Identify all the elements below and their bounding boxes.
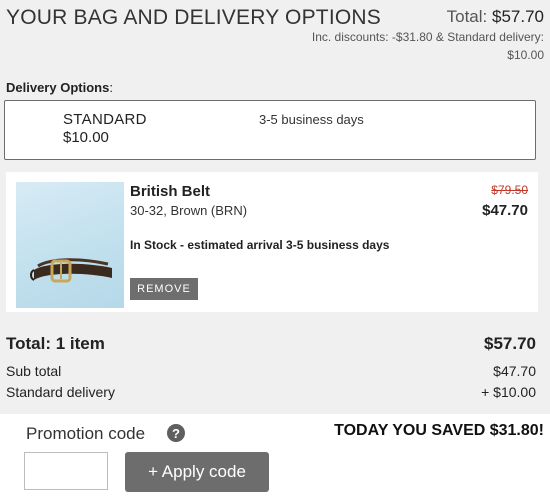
item-name[interactable]: British Belt bbox=[130, 183, 210, 200]
header-total: Total: $57.70 bbox=[447, 7, 544, 27]
item-stock-status: In Stock - estimated arrival 3-5 busines… bbox=[130, 238, 390, 252]
header-total-value: $57.70 bbox=[492, 7, 544, 26]
discount-line: Inc. discounts: -$31.80 & Standard deliv… bbox=[311, 30, 544, 44]
header-total-label: Total: bbox=[446, 7, 488, 26]
header-discount-note: Inc. discounts: -$31.80 & Standard deliv… bbox=[244, 28, 544, 64]
promotion-code-label: Promotion code bbox=[26, 424, 146, 443]
savings-message: TODAY YOU SAVED $31.80! bbox=[334, 422, 544, 439]
bag-item-card: British Belt 30-32, Brown (BRN) In Stock… bbox=[6, 172, 538, 312]
delivery-line: $10.00 bbox=[507, 48, 544, 62]
apply-code-button[interactable]: + Apply code bbox=[125, 452, 269, 492]
help-icon[interactable]: ? bbox=[167, 424, 185, 442]
promo-code-input[interactable] bbox=[24, 452, 108, 490]
delivery-option-days: 3-5 business days bbox=[259, 112, 364, 127]
page-title: YOUR BAG AND DELIVERY OPTIONS bbox=[6, 6, 381, 29]
delivery-option-price: $10.00 bbox=[63, 129, 109, 146]
item-price: $47.70 bbox=[482, 202, 528, 219]
belt-photo-icon bbox=[30, 258, 112, 283]
bag-header: YOUR BAG AND DELIVERY OPTIONS Total: $57… bbox=[6, 6, 544, 62]
delivery-options-label: Delivery Options: bbox=[6, 80, 113, 95]
item-image[interactable] bbox=[16, 182, 124, 308]
remove-button[interactable]: REMOVE bbox=[130, 278, 198, 300]
delivery-cost-value: + $10.00 bbox=[481, 384, 536, 400]
promotion-panel: Promotion code ? TODAY YOU SAVED $31.80!… bbox=[0, 414, 550, 502]
summary-total-label: Total: 1 item bbox=[6, 334, 105, 353]
delivery-options-text: Delivery Options bbox=[6, 80, 110, 95]
delivery-options-colon: : bbox=[109, 80, 113, 95]
delivery-option-standard[interactable]: STANDARD $10.00 3-5 business days bbox=[4, 100, 536, 160]
item-variant: 30-32, Brown (BRN) bbox=[130, 203, 248, 218]
delivery-cost-label: Standard delivery bbox=[6, 384, 115, 400]
subtotal-value: $47.70 bbox=[493, 363, 536, 379]
item-original-price: $79.50 bbox=[491, 183, 528, 197]
delivery-option-name: STANDARD bbox=[63, 111, 147, 128]
summary-total-value: $57.70 bbox=[484, 334, 536, 353]
subtotal-label: Sub total bbox=[6, 363, 62, 379]
